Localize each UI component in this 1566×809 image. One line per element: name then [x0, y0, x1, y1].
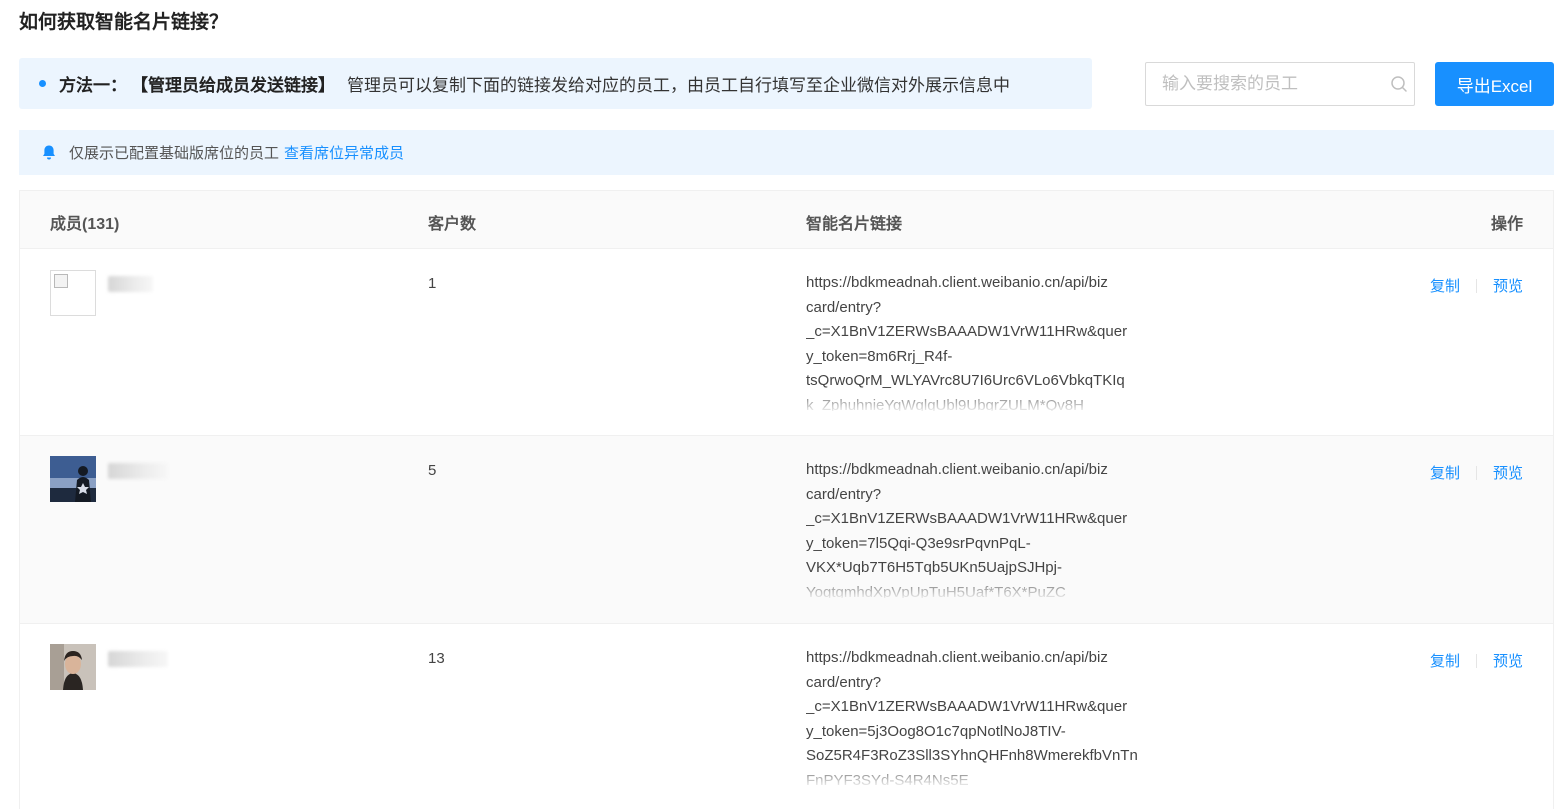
member-name-blurred — [108, 276, 153, 292]
notice-bar: 仅展示已配置基础版席位的员工 查看席位异常成员 — [19, 130, 1554, 175]
table-header: 成员(131) 客户数 智能名片链接 操作 — [20, 191, 1553, 249]
table-row: 5 https://bdkmeadnah.client.weibanio.cn/… — [20, 436, 1553, 624]
method-description: 管理员可以复制下面的链接发给对应的员工，由员工自行填写至企业微信对外展示信息中 — [347, 76, 1010, 95]
action-divider — [1475, 465, 1477, 480]
customer-count: 5 — [428, 462, 437, 479]
preview-button[interactable]: 预览 — [1493, 462, 1523, 483]
members-table: 成员(131) 客户数 智能名片链接 操作 1 https://bdkmeadn… — [19, 190, 1554, 809]
page-title: 如何获取智能名片链接？ — [19, 12, 229, 33]
preview-button[interactable]: 预览 — [1493, 275, 1523, 296]
member-name-blurred — [108, 651, 168, 667]
link-blur-overlay — [806, 770, 1151, 786]
avatar — [50, 456, 96, 502]
customer-count: 1 — [428, 275, 437, 292]
search-box[interactable] — [1145, 62, 1415, 106]
action-divider — [1475, 278, 1477, 293]
bullet-dot — [39, 80, 46, 87]
header-member: 成员(131) — [50, 216, 120, 233]
bell-icon — [41, 144, 57, 161]
method-banner: 方法一： 【管理员给成员发送链接】 管理员可以复制下面的链接发给对应的员工，由员… — [19, 58, 1092, 109]
action-divider — [1475, 653, 1477, 668]
table-row: 1 https://bdkmeadnah.client.weibanio.cn/… — [20, 249, 1553, 436]
export-excel-button[interactable]: 导出Excel — [1435, 62, 1554, 106]
table-row: 13 https://bdkmeadnah.client.weibanio.cn… — [20, 624, 1553, 809]
copy-link-button[interactable]: 复制 — [1430, 275, 1460, 296]
member-name-blurred — [108, 463, 168, 479]
header-link: 智能名片链接 — [806, 216, 903, 233]
method-prefix: 方法一： — [59, 76, 127, 95]
avatar — [50, 270, 96, 316]
copy-link-button[interactable]: 复制 — [1430, 650, 1460, 671]
card-link: https://bdkmeadnah.client.weibanio.cn/ap… — [806, 461, 1128, 598]
search-icon[interactable] — [1383, 63, 1414, 105]
customer-count: 13 — [428, 650, 445, 667]
abnormal-members-link[interactable]: 查看席位异常成员 — [284, 142, 404, 163]
search-input[interactable] — [1146, 63, 1383, 105]
header-customers: 客户数 — [428, 216, 477, 233]
link-blur-overlay — [806, 582, 1151, 598]
preview-button[interactable]: 预览 — [1493, 650, 1523, 671]
notice-text: 仅展示已配置基础版席位的员工 — [69, 145, 280, 162]
card-link: https://bdkmeadnah.client.weibanio.cn/ap… — [806, 274, 1128, 411]
avatar — [50, 644, 96, 690]
row-actions: 复制 预览 — [1430, 650, 1523, 671]
row-actions: 复制 预览 — [1430, 275, 1523, 296]
copy-link-button[interactable]: 复制 — [1430, 462, 1460, 483]
method-title: 【管理员给成员发送链接】 — [131, 76, 335, 95]
link-blur-overlay — [806, 395, 1151, 411]
row-actions: 复制 预览 — [1430, 462, 1523, 483]
card-link: https://bdkmeadnah.client.weibanio.cn/ap… — [806, 649, 1138, 786]
header-actions: 操作 — [1490, 216, 1523, 233]
